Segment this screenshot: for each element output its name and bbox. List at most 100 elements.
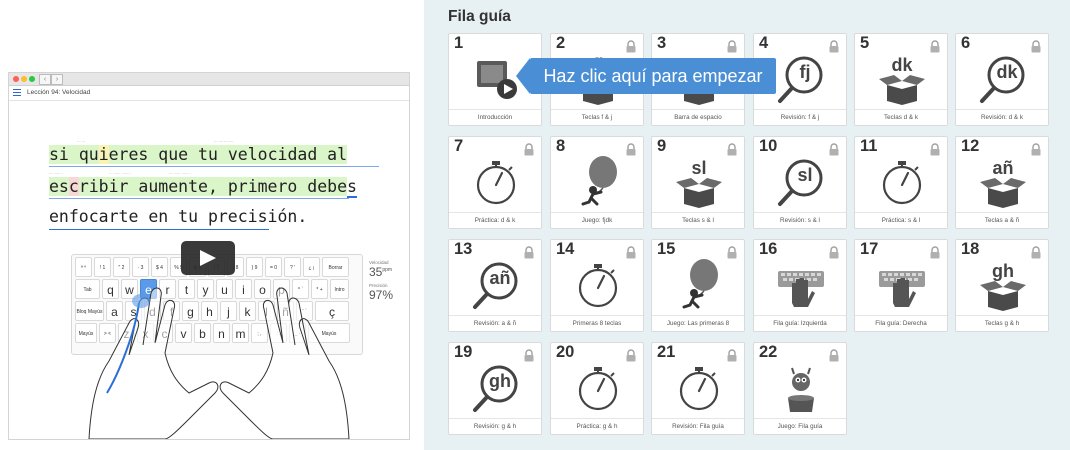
- stats-panel: Velocidad 35ppm Precisión 97%: [369, 260, 407, 306]
- word-speed-note: ··· ······ ········: [169, 172, 191, 176]
- lesson-number: 9: [657, 137, 667, 155]
- lesson-tile-17[interactable]: 17 Fila guía: Derecha: [854, 239, 948, 332]
- tooltip-text: Haz clic aquí para empezar: [543, 66, 763, 86]
- magnifier-icon: sl: [774, 154, 828, 208]
- lock-icon: [828, 246, 840, 264]
- typing-lesson-window: ‹ › Lección 94: Velocidad ··· ··· ··· ··…: [8, 72, 410, 440]
- typing-text-line: enfocarte en tu precisión.: [49, 207, 308, 226]
- keyboard-hand-icon: [875, 257, 929, 311]
- play-icon: [200, 250, 216, 266]
- lesson-keys-text: añ: [992, 158, 1014, 178]
- video-play-button[interactable]: [181, 241, 235, 275]
- lock-icon: [1030, 40, 1042, 58]
- lesson-title: Lección 94: Velocidad: [27, 89, 91, 96]
- close-window-button[interactable]: [13, 76, 19, 82]
- lock-icon: [828, 40, 840, 58]
- lock-icon: [523, 349, 535, 367]
- lesson-tile-15[interactable]: 15 Juego: Las primeras 8: [651, 239, 745, 332]
- stopwatch-icon: [875, 154, 929, 208]
- accuracy-value: 97%: [369, 288, 394, 302]
- lesson-tile-7[interactable]: 7 Práctica: d & k: [448, 136, 542, 229]
- start-tooltip[interactable]: Haz clic aquí para empezar: [516, 58, 776, 94]
- lesson-label: Teclas s & l: [652, 212, 744, 228]
- lesson-tile-8[interactable]: 8 Juego: fjdk: [550, 136, 644, 229]
- lesson-keys-text: añ: [489, 268, 511, 288]
- typed-text: velocidad al: [227, 145, 348, 164]
- lock-icon: [929, 143, 941, 161]
- lesson-tile-6[interactable]: 6 dk Revisión: d & k: [955, 33, 1049, 126]
- lesson-keys-text: sl: [691, 158, 707, 178]
- lesson-label: Revisión: d & k: [956, 109, 1048, 125]
- current-character: s: [347, 177, 357, 198]
- tooltip-arrow: [516, 58, 530, 94]
- typed-text: qu: [78, 145, 99, 164]
- lesson-tile-20[interactable]: 20 Práctica: g & h: [550, 342, 644, 435]
- lock-icon: [1030, 246, 1042, 264]
- speed-value: 35ppm: [369, 265, 407, 279]
- typed-text: eres que tu: [108, 145, 228, 164]
- lesson-tile-16[interactable]: 16 Fila guía: Izquierda: [753, 239, 847, 332]
- lesson-keys-text: gh: [489, 371, 511, 391]
- word-speed-note: ··· ···· ········: [214, 140, 234, 144]
- lock-icon: [625, 349, 637, 367]
- window-titlebar: ‹ ›: [9, 73, 409, 86]
- typed-error-text: i: [98, 145, 109, 164]
- lesson-tile-13[interactable]: 13 añ Revisión: a & ñ: [448, 239, 542, 332]
- maximize-window-button[interactable]: [29, 76, 35, 82]
- lesson-label: Juego: Las primeras 8: [652, 315, 744, 331]
- lesson-tile-14[interactable]: 14 Primeras 8 teclas: [550, 239, 644, 332]
- lesson-tile-21[interactable]: 21 Revisión: Fila guía: [651, 342, 745, 435]
- lock-icon: [726, 349, 738, 367]
- hamburger-menu-icon[interactable]: [13, 89, 21, 96]
- lock-icon: [625, 246, 637, 264]
- minimize-window-button[interactable]: [21, 76, 27, 82]
- lesson-label: Juego: fjdk: [551, 212, 643, 228]
- lesson-label: Juego: Fila guía: [754, 418, 846, 434]
- forward-button[interactable]: ›: [51, 74, 63, 85]
- typed-text: si: [49, 145, 79, 164]
- lesson-tile-22[interactable]: 22 Juego: Fila guía: [753, 342, 847, 435]
- lesson-label: Teclas g & h: [956, 315, 1048, 331]
- lock-icon: [828, 349, 840, 367]
- lesson-grid-panel: Fila guía 1 Introducción 2 fj Teclas f & j 3 B…: [424, 0, 1070, 450]
- lesson-label: Teclas f & j: [551, 109, 643, 125]
- lock-icon: [828, 143, 840, 161]
- lock-icon: [523, 246, 535, 264]
- back-button[interactable]: ‹: [39, 74, 51, 85]
- lesson-tile-19[interactable]: 19 gh Revisión: g & h: [448, 342, 542, 435]
- line-underline: [49, 198, 349, 199]
- lesson-tile-12[interactable]: 12 añ Teclas a & ñ: [955, 136, 1049, 229]
- word-speed-note: ··· ········: [49, 172, 63, 176]
- lesson-keys-text: dk: [996, 62, 1018, 82]
- speed-unit: ppm: [382, 267, 393, 273]
- lesson-header: Lección 94: Velocidad: [9, 86, 409, 101]
- balloon-runner-icon: [672, 257, 726, 311]
- magnifier-icon: fj: [774, 51, 828, 105]
- box-icon: dk: [875, 51, 929, 105]
- stopwatch-icon: [469, 154, 523, 208]
- lesson-keys-text: fj: [799, 62, 811, 82]
- stopwatch-icon: [571, 257, 625, 311]
- lesson-label: Primeras 8 teclas: [551, 315, 643, 331]
- lesson-number: 2: [556, 34, 566, 52]
- lock-icon: [929, 246, 941, 264]
- lesson-tile-18[interactable]: 18 gh Teclas g & h: [955, 239, 1049, 332]
- typing-text-line: escribir aumente, primero debes: [49, 177, 357, 198]
- magnifier-icon: gh: [469, 360, 523, 414]
- lock-icon: [1030, 143, 1042, 161]
- lesson-tile-11[interactable]: 11 Práctica: s & l: [854, 136, 948, 229]
- balloon-runner-icon: [571, 154, 625, 208]
- lock-icon: [625, 40, 637, 58]
- lesson-keys-text: dk: [891, 55, 913, 75]
- speed-number: 35: [369, 265, 383, 279]
- typing-text-line: si quieres que tu velocidad al: [49, 145, 348, 165]
- typed-text: debe: [307, 177, 348, 196]
- lesson-tile-10[interactable]: 10 sl Revisión: s & l: [753, 136, 847, 229]
- line-underline: [49, 166, 379, 167]
- lesson-label: Barra de espacio: [652, 109, 744, 125]
- lesson-tile-5[interactable]: 5 dk Teclas d & k: [854, 33, 948, 126]
- box-icon: añ: [976, 154, 1030, 208]
- magnifier-icon: añ: [469, 257, 523, 311]
- lesson-tile-9[interactable]: 9 sl Teclas s & l: [651, 136, 745, 229]
- typed-text: ribir aumente, primero: [78, 177, 308, 196]
